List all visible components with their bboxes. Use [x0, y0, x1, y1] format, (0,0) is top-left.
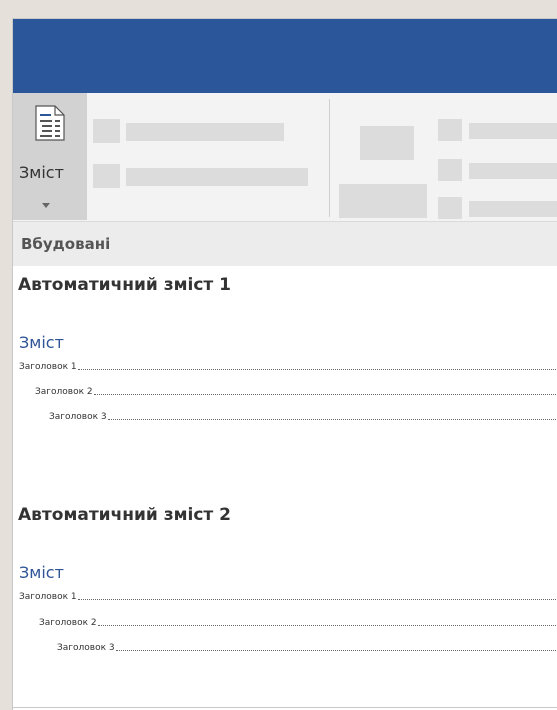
section-label: Вбудовані: [21, 235, 111, 253]
toc-preview-entry: Заголовок 3: [49, 412, 557, 422]
gallery-item-title: Автоматичний зміст 1: [18, 275, 232, 295]
document-lines-icon: [35, 105, 65, 145]
caret-down-icon: [42, 193, 50, 212]
table-of-contents-button[interactable]: Зміст: [13, 93, 87, 220]
toc-preview-entry: Заголовок 1: [19, 592, 557, 602]
ribbon-placeholder-label: [126, 123, 284, 141]
word-window: Зміст Вбудовані Автоматичний зміст 1 Змі…: [12, 18, 557, 710]
ribbon-placeholder-label: [469, 163, 557, 179]
ribbon: Зміст: [13, 93, 557, 222]
gallery-section-header: Вбудовані: [13, 222, 557, 266]
ribbon-placeholder-label: [469, 123, 557, 139]
ribbon-separator: [329, 99, 330, 217]
ribbon-placeholder-icon: [93, 119, 120, 143]
gallery-item-title: Автоматичний зміст 2: [18, 505, 232, 525]
ribbon-placeholder-icon: [360, 126, 414, 160]
toc-preview-heading: Зміст: [19, 563, 64, 582]
toc-preview-entry: Заголовок 3: [57, 643, 557, 653]
ribbon-placeholder-label: [126, 168, 308, 186]
title-bar: [13, 19, 557, 93]
toc-button-label: Зміст: [19, 163, 64, 182]
ribbon-placeholder-icon: [93, 164, 120, 188]
toc-preview-heading: Зміст: [19, 333, 64, 352]
toc-preview-entry: Заголовок 1: [19, 362, 557, 372]
toc-preview-entry: Заголовок 2: [35, 387, 557, 397]
ribbon-placeholder-label: [339, 184, 427, 218]
ribbon-placeholder-icon: [438, 197, 462, 219]
ribbon-placeholder-icon: [438, 119, 462, 141]
ribbon-placeholder-icon: [438, 159, 462, 181]
toc-preview-entry: Заголовок 2: [39, 618, 557, 628]
ribbon-placeholder-label: [469, 201, 557, 217]
gallery-bottom-divider: [13, 707, 557, 708]
